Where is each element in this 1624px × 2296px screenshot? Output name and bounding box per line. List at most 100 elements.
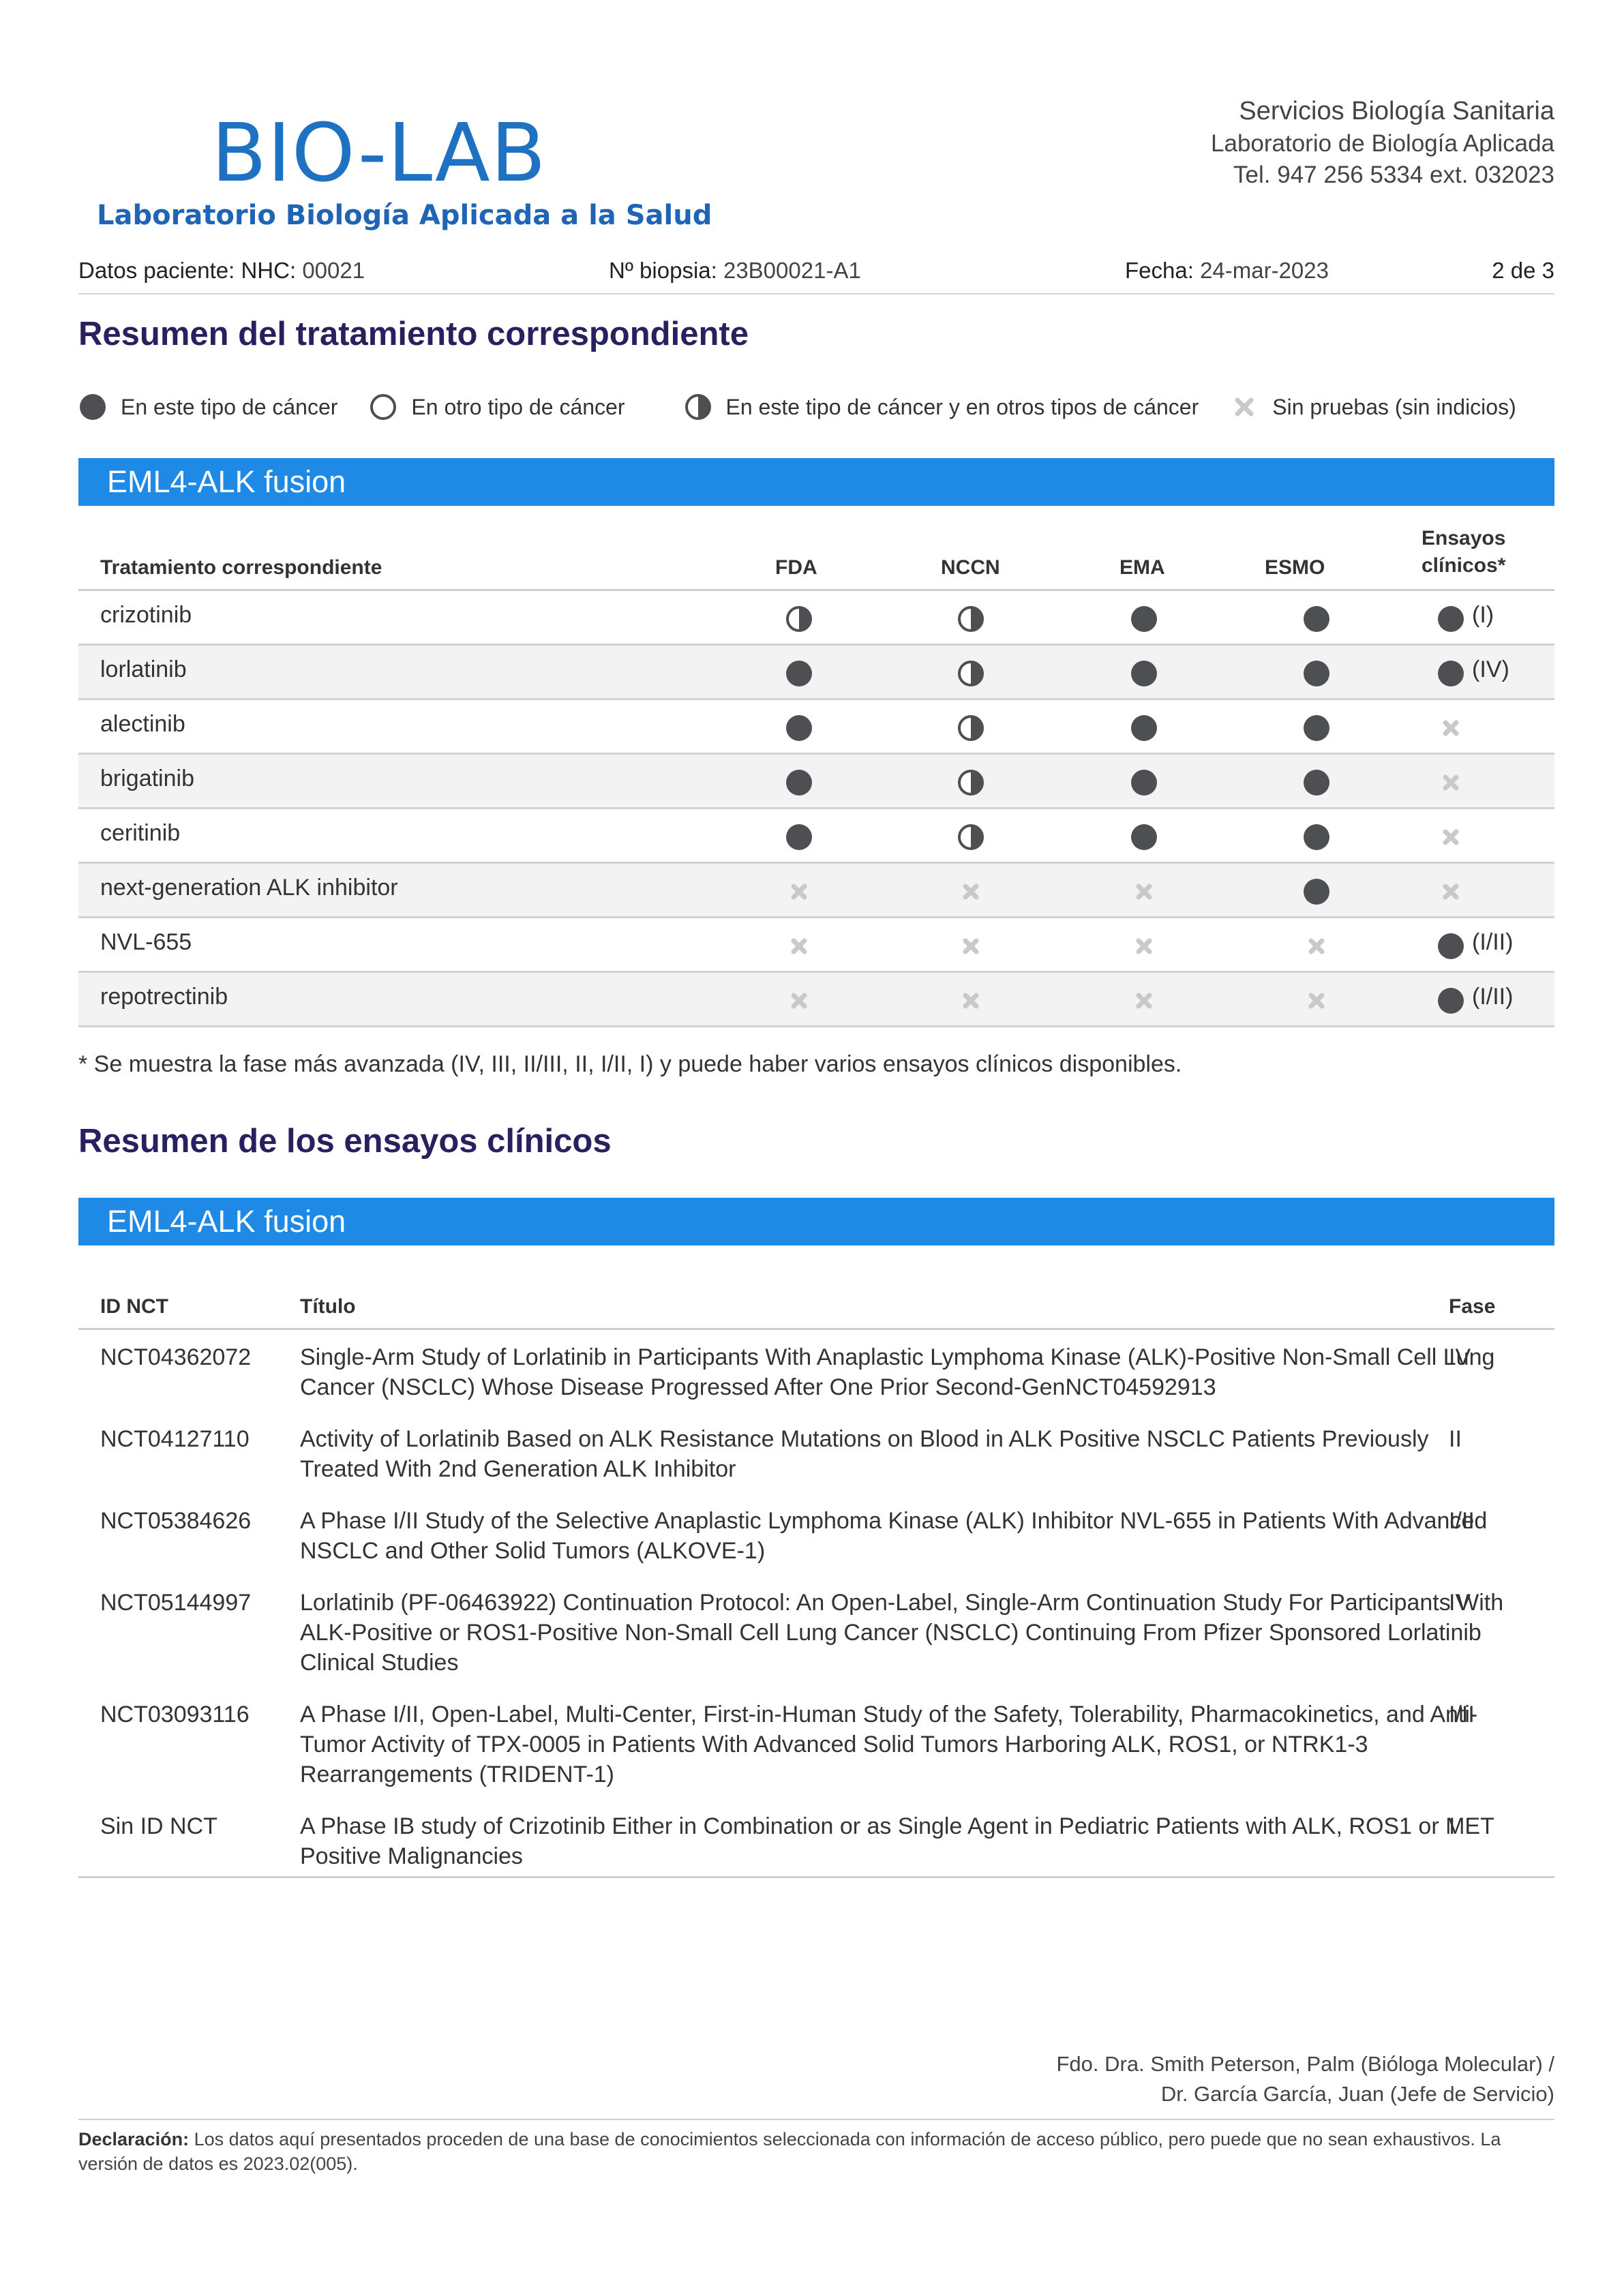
treatment-section-title: Resumen del tratamiento correspondiente (78, 316, 749, 352)
trial-title: A Phase I/II, Open-Label, Multi-Center, … (300, 1702, 1478, 1787)
x-mark-icon (1437, 714, 1465, 742)
filled-circle-icon (1302, 659, 1331, 688)
filled-circle-icon (1302, 823, 1331, 851)
legend-label: En otro tipo de cáncer (411, 394, 625, 419)
filled-circle-icon (785, 823, 813, 851)
col-esmo: ESMO (1265, 556, 1325, 579)
treatment-name: ceritinib (100, 820, 181, 846)
filled-circle-icon (1130, 768, 1158, 797)
x-mark-icon (1130, 932, 1158, 961)
x-mark-icon (1235, 397, 1254, 417)
x-mark-icon (785, 877, 813, 906)
filled-circle-icon (1130, 605, 1158, 633)
trial-phase: I (1449, 1813, 1456, 1839)
biopsy-id: Nº biopsia: 23B00021-A1 (609, 258, 861, 284)
treatment-name: lorlatinib (100, 656, 187, 682)
empty-circle-icon (370, 394, 397, 420)
treatment-name: NVL-655 (100, 929, 192, 955)
trial-id: NCT04362072 (100, 1344, 252, 1370)
col-phase: Fase (1449, 1295, 1496, 1318)
trial-id: NCT04127110 (100, 1426, 250, 1452)
filled-circle-icon (1130, 714, 1158, 742)
legend-label: En este tipo de cáncer y en otros tipos … (725, 394, 1199, 419)
x-mark-icon (1437, 768, 1465, 797)
page-number: 2 de 3 (1492, 258, 1554, 283)
date-label: Fecha: (1125, 258, 1194, 283)
trials-table-bottom-rule (78, 1876, 1554, 1878)
org-line-1: Servicios Biología Sanitaria (1239, 97, 1554, 125)
trial-title: Activity of Lorlatinib Based on ALK Resi… (300, 1426, 1429, 1482)
x-mark-icon (785, 932, 813, 961)
trial-phase: (IV) (1472, 656, 1509, 682)
trial-row: NCT05384626 A Phase I/II Study of the Sel… (78, 1506, 1554, 1588)
treatment-row: NVL-655 (I/II) (78, 918, 1554, 973)
trial-id: NCT03093116 (100, 1702, 250, 1727)
org-info: Servicios Biología Sanitaria Laboratorio… (1211, 94, 1554, 192)
x-mark-icon (1437, 877, 1465, 906)
treatment-name: next-generation ALK inhibitor (100, 875, 398, 901)
col-trials-line2: clínicos* (1422, 554, 1506, 577)
col-title: Título (300, 1295, 356, 1318)
treatment-row: repotrectinib (I/II) (78, 973, 1554, 1027)
col-trials: Ensayos clínicos* (1422, 525, 1505, 579)
trial-row: Sin ID NCT A Phase IB study of Crizotinib… (78, 1811, 1554, 1893)
col-treatment: Tratamiento correspondiente (100, 556, 382, 579)
trial-title: A Phase I/II Study of the Selective Anap… (300, 1508, 1488, 1564)
patient-label: Datos paciente: NHC: (78, 258, 297, 283)
report-date: Fecha: 24-mar-2023 (1125, 258, 1329, 284)
trial-phase: (I/II) (1472, 929, 1514, 955)
legend-item-other: En otro tipo de cáncer (369, 393, 625, 421)
col-ema: EMA (1119, 556, 1165, 579)
trial-phase: I/II (1449, 1702, 1475, 1727)
trial-title: Lorlatinib (PF-06463922) Continuation Pr… (300, 1590, 1504, 1676)
trials-rows: NCT04362072 Single-Arm Study of Lorlatini… (78, 1342, 1554, 1893)
trial-phase: IV (1449, 1344, 1471, 1370)
declaration-label: Declaración: (78, 2129, 190, 2149)
treatment-row: lorlatinib (IV) (78, 646, 1554, 700)
trial-phase: (I) (1472, 602, 1494, 628)
half-circle-icon (957, 768, 985, 797)
patient-meta-bar: Datos paciente: NHC: 00021 Nº biopsia: 2… (78, 258, 1554, 294)
filled-circle-icon (1130, 659, 1158, 688)
treatment-row: alectinib (78, 700, 1554, 755)
col-nccn: NCCN (941, 556, 1000, 579)
half-circle-icon (957, 714, 985, 742)
filled-circle-icon (1437, 605, 1465, 633)
col-fda: FDA (775, 556, 817, 579)
filled-circle-icon (1437, 986, 1465, 1015)
biomarker-title: EML4-ALK fusion (107, 464, 346, 499)
trial-phase: IV (1449, 1590, 1471, 1616)
declaration-text: Los datos aquí presentados proceden de u… (78, 2129, 1501, 2174)
treatment-row: crizotinib (I) (78, 591, 1554, 646)
biomarker-bar: EML4-ALK fusion (78, 458, 1554, 506)
legend: En este tipo de cáncer En otro tipo de c… (78, 393, 1548, 421)
org-line-2: Laboratorio de Biología Aplicada (1211, 130, 1554, 157)
trial-phase: I/II (1449, 1508, 1475, 1534)
filled-circle-icon (80, 394, 106, 420)
filled-circle-icon (785, 659, 813, 688)
trial-phase: II (1449, 1426, 1462, 1452)
x-mark-icon (1302, 986, 1331, 1015)
trial-phase: (I/II) (1472, 984, 1514, 1010)
treatment-rows: crizotinib (I) lorlatinib (IV) alectinib brig… (78, 591, 1554, 1027)
treatment-row: next-generation ALK inhibitor (78, 864, 1554, 918)
filled-circle-icon (1302, 877, 1331, 906)
declaration-divider (78, 2119, 1554, 2120)
legend-label: Sin pruebas (sin indicios) (1272, 394, 1516, 419)
x-mark-icon (957, 932, 985, 961)
half-circle-icon (785, 605, 813, 633)
treatment-table-header: Tratamiento correspondiente FDA NCCN EMA… (78, 518, 1554, 591)
filled-circle-icon (1437, 659, 1465, 688)
half-circle-icon (957, 823, 985, 851)
half-circle-icon (957, 605, 985, 633)
biopsy-value: 23B00021-A1 (723, 258, 861, 283)
x-mark-icon (1437, 823, 1465, 851)
treatment-name: alectinib (100, 711, 185, 737)
legend-label: En este tipo de cáncer (121, 394, 338, 419)
signature: Fdo. Dra. Smith Peterson, Palm (Bióloga … (1057, 2049, 1555, 2109)
date-value: 24-mar-2023 (1200, 258, 1329, 283)
treatment-table: Tratamiento correspondiente FDA NCCN EMA… (78, 518, 1554, 1027)
trial-title: Single-Arm Study of Lorlatinib in Partic… (300, 1344, 1495, 1400)
trials-table-header: ID NCT Título Fase (78, 1282, 1554, 1330)
treatment-row: ceritinib (78, 809, 1554, 864)
